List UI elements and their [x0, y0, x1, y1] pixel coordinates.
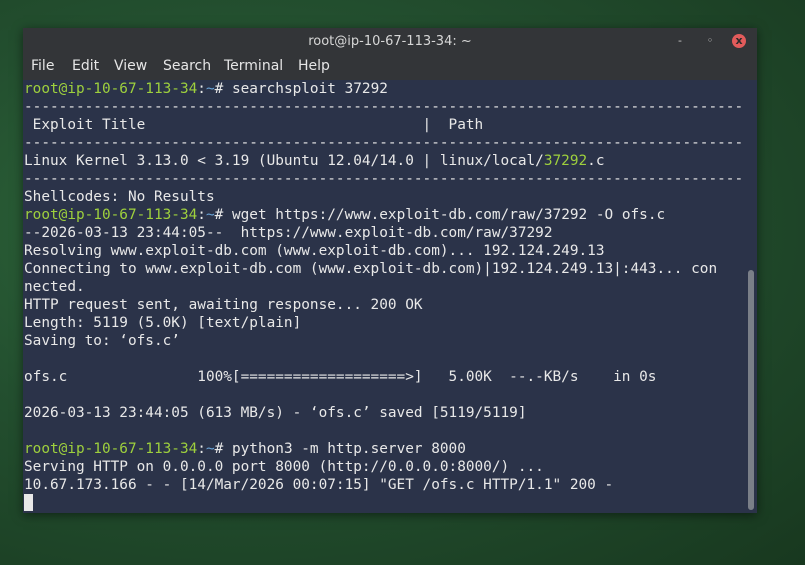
prompt-sep: :	[197, 207, 206, 223]
menu-search[interactable]: Search	[163, 58, 211, 74]
command-text: python3 -m http.server 8000	[223, 441, 466, 457]
separator-line: ----------------------------------------…	[24, 135, 745, 151]
result-highlight: 37292	[543, 153, 588, 169]
prompt-user: root@ip-10-67-113-34	[24, 207, 198, 223]
output-line: --2026-03-13 23:44:05-- https://www.expl…	[24, 225, 553, 241]
menu-bar: File Edit View Search Terminal Help	[23, 56, 757, 80]
separator-line: ----------------------------------------…	[24, 99, 745, 115]
output-line: nected.	[24, 279, 85, 295]
prompt-line: root@ip-10-67-113-34:~# wget https://www…	[24, 206, 665, 224]
title-bar[interactable]: root@ip-10-67-113-34: ~ - ◦ x	[23, 28, 757, 56]
output-line: 2026-03-13 23:44:05 (613 MB/s) - ‘ofs.c’…	[24, 405, 527, 421]
exploit-result-row: Linux Kernel 3.13.0 < 3.19 (Ubuntu 12.04…	[24, 152, 605, 170]
output-line: Serving HTTP on 0.0.0.0 port 8000 (http:…	[24, 459, 544, 475]
terminal-output[interactable]: root@ip-10-67-113-34:~# searchsploit 372…	[23, 80, 745, 513]
output-line: Resolving www.exploit-db.com (www.exploi…	[24, 243, 605, 259]
terminal-window: root@ip-10-67-113-34: ~ - ◦ x File Edit …	[23, 28, 757, 513]
prompt-sep: :	[197, 81, 206, 97]
prompt-sep: :	[197, 441, 206, 457]
prompt-symbol: #	[214, 441, 224, 457]
prompt-symbol: #	[214, 207, 224, 223]
result-text: Linux Kernel 3.13.0 < 3.19 (Ubuntu 12.04…	[24, 153, 544, 169]
command-text: wget https://www.exploit-db.com/raw/3729…	[223, 207, 666, 223]
prompt-user: root@ip-10-67-113-34	[24, 81, 198, 97]
menu-edit[interactable]: Edit	[72, 58, 99, 74]
table-header: Exploit Title | Path	[24, 117, 484, 133]
output-line: Saving to: ‘ofs.c’	[24, 333, 180, 349]
output-line: Connecting to www.exploit-db.com (www.ex…	[24, 261, 718, 277]
menu-terminal[interactable]: Terminal	[224, 58, 283, 74]
output-line: HTTP request sent, awaiting response... …	[24, 297, 423, 313]
terminal-cursor	[24, 494, 33, 511]
prompt-user: root@ip-10-67-113-34	[24, 441, 198, 457]
download-progress: ofs.c 100%[===================>] 5.00K -…	[24, 369, 657, 385]
output-line: Length: 5119 (5.0K) [text/plain]	[24, 315, 302, 331]
output-line: Shellcodes: No Results	[24, 189, 215, 205]
scrollbar[interactable]	[745, 80, 757, 513]
result-ext: .c	[587, 153, 605, 169]
prompt-path: ~	[205, 81, 215, 97]
maximize-button[interactable]: ◦	[703, 34, 717, 48]
prompt-line: root@ip-10-67-113-34:~# searchsploit 372…	[24, 80, 388, 98]
command-text: searchsploit 37292	[223, 81, 388, 97]
close-button[interactable]: x	[732, 34, 746, 48]
prompt-path: ~	[205, 207, 215, 223]
output-line: 10.67.173.166 - - [14/Mar/2026 00:07:15]…	[24, 477, 614, 493]
prompt-path: ~	[205, 441, 215, 457]
window-title: root@ip-10-67-113-34: ~	[308, 34, 472, 49]
prompt-line: root@ip-10-67-113-34:~# python3 -m http.…	[24, 440, 466, 458]
menu-file[interactable]: File	[31, 58, 54, 74]
menu-view[interactable]: View	[114, 58, 147, 74]
prompt-symbol: #	[214, 81, 224, 97]
menu-help[interactable]: Help	[298, 58, 330, 74]
separator-line: ----------------------------------------…	[24, 171, 745, 187]
minimize-button[interactable]: -	[673, 34, 687, 48]
scrollbar-thumb[interactable]	[748, 270, 754, 510]
